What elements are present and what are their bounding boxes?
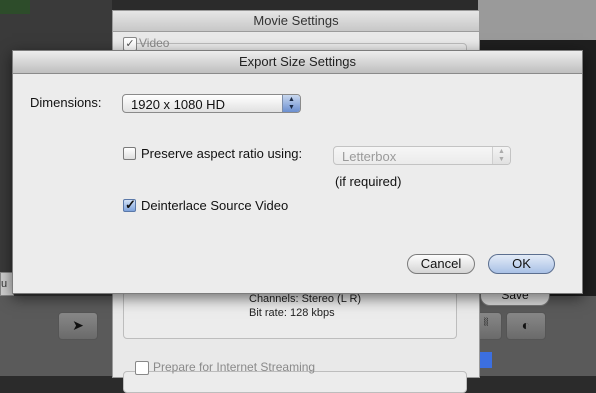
color-wheel-icon: ◐	[521, 317, 531, 333]
dimensions-label: Dimensions:	[30, 95, 102, 110]
audio-channels: Channels: Stereo (L R)	[249, 293, 362, 305]
streaming-checkbox[interactable]	[135, 361, 149, 375]
export-size-settings-dialog: Export Size Settings Dimensions: 1920 x …	[12, 50, 583, 294]
clip-thumbnail	[0, 0, 30, 14]
deinterlace-label: Deinterlace Source Video	[141, 198, 289, 213]
ok-button[interactable]: OK	[488, 254, 555, 274]
deinterlace-checkbox[interactable]: ✓	[123, 197, 136, 212]
dimensions-popup[interactable]: 1920 x 1080 HD ▲ ▼	[122, 94, 301, 113]
popup-arrows-icon: ▲ ▼	[492, 147, 510, 164]
streaming-group	[123, 371, 467, 393]
dimensions-value: 1920 x 1080 HD	[131, 97, 225, 112]
movie-settings-title: Movie Settings	[113, 11, 479, 32]
viewer-area	[478, 0, 596, 40]
video-label: Video	[139, 36, 170, 50]
pointer-tool-button[interactable]: ➤	[58, 312, 98, 340]
preserve-aspect-label: Preserve aspect ratio using:	[141, 146, 303, 161]
if-required-note: (if required)	[335, 174, 402, 189]
selection-marker	[478, 352, 492, 368]
aspect-method-value: Letterbox	[342, 149, 397, 164]
cancel-button[interactable]: Cancel	[407, 254, 475, 274]
dialog-title: Export Size Settings	[13, 51, 582, 74]
streaming-label: Prepare for Internet Streaming	[153, 360, 316, 374]
color-button[interactable]: ◐	[506, 312, 546, 340]
video-checkbox[interactable]: ✓	[123, 37, 137, 51]
checkmark-icon: ✓	[125, 197, 136, 212]
arrow-pointer-icon: ➤	[72, 317, 84, 333]
preserve-aspect-checkbox[interactable]	[123, 147, 136, 160]
popup-arrows-icon: ▲ ▼	[282, 95, 300, 112]
partial-left-label: u	[1, 278, 8, 290]
audio-bitrate: Bit rate: 128 kbps	[249, 307, 335, 319]
aspect-method-popup[interactable]: Letterbox ▲ ▼	[333, 146, 511, 165]
